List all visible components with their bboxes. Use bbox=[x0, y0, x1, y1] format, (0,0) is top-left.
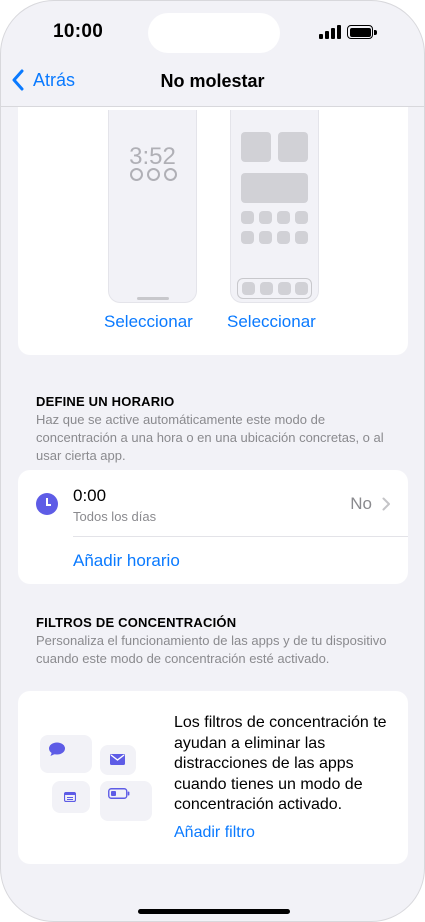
chevron-right-icon bbox=[382, 497, 390, 511]
calendar-filter-illustration bbox=[52, 781, 90, 813]
screen-customization-card: 3:52 Seleccionar Seleccionar bbox=[18, 107, 408, 355]
message-bubble-icon bbox=[49, 742, 65, 756]
schedule-time: 0:00 bbox=[73, 486, 107, 505]
battery-filter-illustration bbox=[100, 781, 152, 821]
lock-screen-preview[interactable]: 3:52 bbox=[108, 110, 197, 303]
select-home-screen-button[interactable]: Seleccionar bbox=[227, 312, 316, 332]
add-filter-button[interactable]: Añadir filtro bbox=[174, 824, 255, 842]
home-screen-dock bbox=[237, 278, 312, 299]
home-screen-preview[interactable] bbox=[230, 110, 319, 303]
lock-screen-home-bar bbox=[137, 297, 169, 300]
lock-screen-time: 3:52 bbox=[129, 143, 176, 170]
battery-icon bbox=[347, 25, 377, 39]
calendar-icon bbox=[64, 792, 76, 802]
filters-info-text: Los filtros de concentración te ayudan a… bbox=[174, 714, 387, 813]
select-lock-screen-button[interactable]: Seleccionar bbox=[104, 312, 193, 332]
schedule-section-description: Haz que se active automáticamente este m… bbox=[36, 412, 384, 463]
cellular-signal-icon bbox=[319, 25, 341, 39]
message-filter-illustration bbox=[40, 735, 92, 773]
lock-screen-widgets bbox=[130, 168, 177, 181]
add-schedule-button[interactable]: Añadir horario bbox=[73, 551, 180, 571]
mail-filter-illustration bbox=[100, 745, 136, 775]
home-indicator[interactable] bbox=[138, 909, 290, 914]
schedule-section-header: DEFINE UN HORARIO bbox=[36, 394, 175, 409]
dynamic-island bbox=[148, 13, 280, 53]
schedule-days: Todos los días bbox=[73, 509, 157, 524]
schedule-row[interactable]: 0:00 Todos los días No bbox=[18, 470, 408, 536]
page-title: No molestar bbox=[160, 71, 265, 91]
schedule-card: 0:00 Todos los días No Añadir horario bbox=[18, 470, 408, 584]
clock-icon bbox=[36, 493, 58, 515]
schedule-status: No bbox=[350, 494, 372, 513]
focus-filters-card: Los filtros de concentración te ayudan a… bbox=[18, 691, 408, 864]
filters-section-header: FILTROS DE CONCENTRACIÓN bbox=[36, 615, 237, 630]
mail-icon bbox=[110, 754, 125, 765]
divider bbox=[73, 536, 408, 537]
status-time: 10:00 bbox=[53, 21, 104, 42]
filters-section-description: Personaliza el funcionamiento de las app… bbox=[36, 633, 387, 666]
status-bar: 10:00 bbox=[1, 1, 424, 59]
phone-screen: 10:00 Atrás No molestar 3:52 Seleccionar… bbox=[0, 0, 425, 922]
navigation-bar: Atrás No molestar bbox=[1, 59, 424, 107]
low-power-icon bbox=[108, 788, 130, 799]
